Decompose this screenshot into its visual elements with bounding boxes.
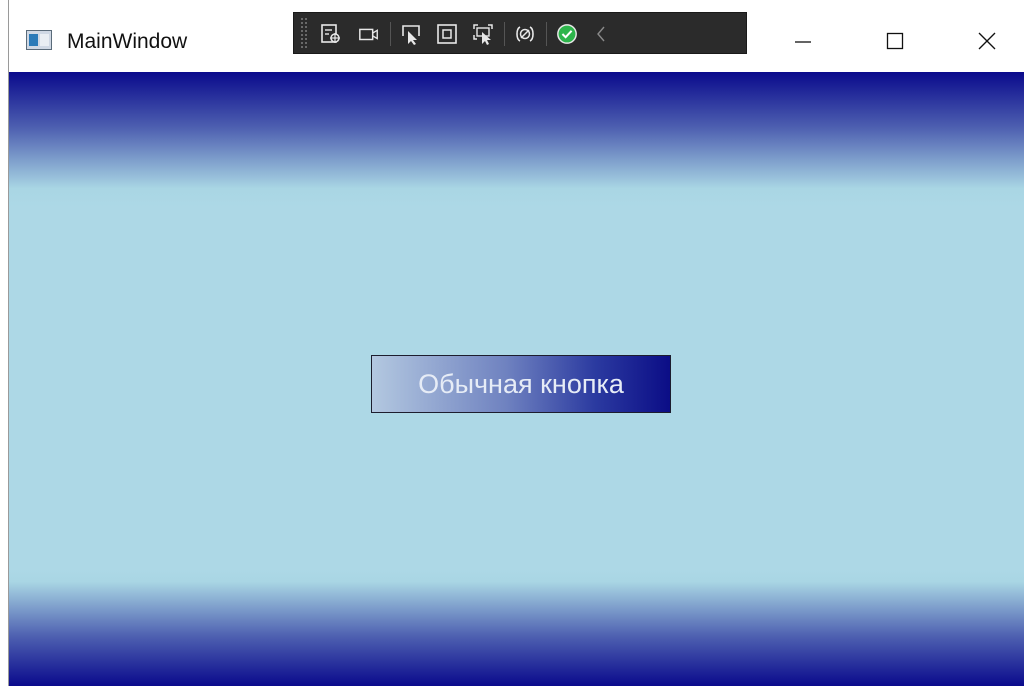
toolbar-separator bbox=[390, 22, 391, 46]
minimize-icon bbox=[795, 41, 811, 43]
live-visual-tree-icon[interactable] bbox=[320, 23, 342, 45]
window-title: MainWindow bbox=[67, 30, 188, 53]
hot-reload-status-icon[interactable] bbox=[556, 23, 578, 45]
app-icon[interactable] bbox=[26, 30, 52, 50]
regular-button[interactable]: Обычная кнопка bbox=[371, 355, 671, 413]
toolbar-separator bbox=[546, 22, 547, 46]
maximize-icon bbox=[886, 32, 904, 50]
close-button[interactable] bbox=[941, 10, 1024, 72]
minimize-button[interactable] bbox=[757, 10, 849, 72]
toolbar-separator bbox=[504, 22, 505, 46]
close-icon bbox=[978, 32, 996, 50]
record-icon[interactable] bbox=[358, 23, 380, 45]
xaml-debug-toolbar bbox=[293, 12, 747, 54]
client-area: Обычная кнопка bbox=[9, 72, 1024, 686]
select-element-icon[interactable] bbox=[400, 23, 422, 45]
display-layout-adorners-icon[interactable] bbox=[436, 23, 458, 45]
toolbar-grip[interactable] bbox=[300, 17, 308, 49]
track-focus-icon[interactable] bbox=[472, 23, 494, 45]
window-border bbox=[9, 0, 1024, 10]
binding-failures-icon[interactable] bbox=[514, 23, 536, 45]
maximize-button[interactable] bbox=[849, 10, 941, 72]
collapse-icon[interactable] bbox=[590, 23, 612, 45]
main-window: MainWindow Обычная кнопка bbox=[8, 0, 1024, 686]
